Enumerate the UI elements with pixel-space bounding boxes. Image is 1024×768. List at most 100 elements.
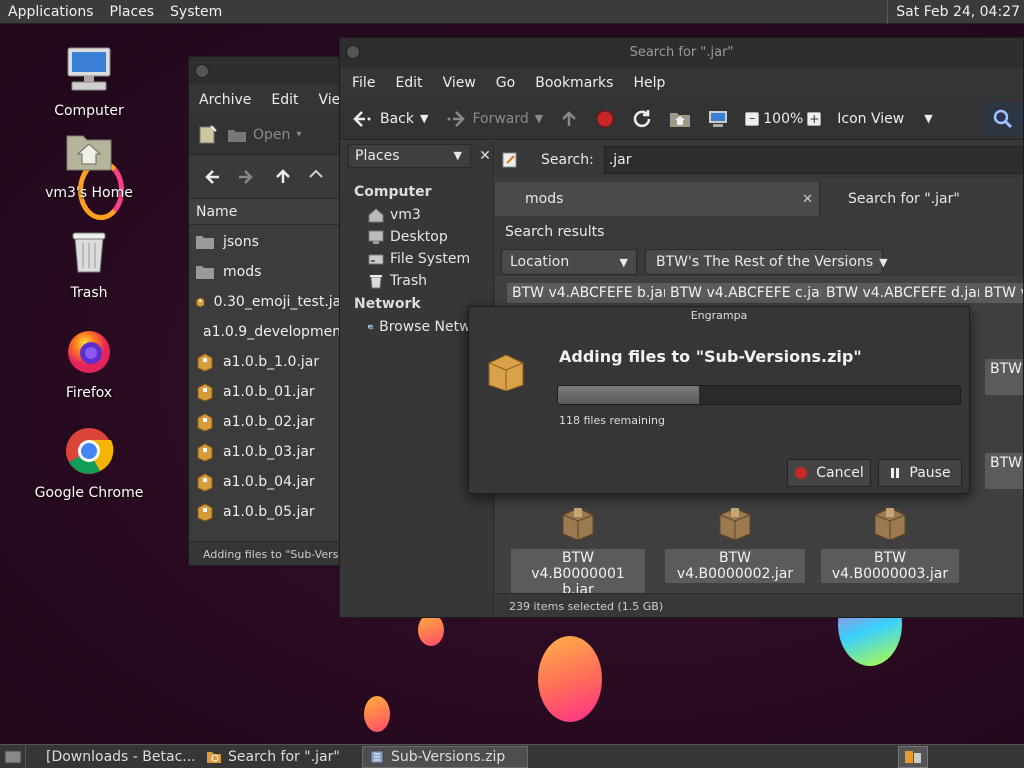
search-result-item[interactable]: BTW v (985, 359, 1023, 395)
search-toggle-button[interactable] (983, 101, 1023, 136)
search-result-item[interactable]: BTW v4.ABCFEFE b.jar (507, 283, 674, 303)
edit-icon[interactable] (501, 151, 519, 169)
top-panel: Applications Places System Sat Feb 24, 0… (0, 0, 1024, 24)
pause-button[interactable]: Pause (878, 459, 962, 487)
menu-file[interactable]: File (342, 75, 385, 91)
zoom-in-icon[interactable]: + (807, 111, 822, 126)
desktop-icon-firefox[interactable]: Firefox (34, 326, 144, 402)
places-item[interactable]: File System (340, 248, 493, 270)
window-button-icon[interactable] (195, 64, 209, 78)
places-item[interactable]: Desktop (340, 226, 493, 248)
archive-file-row[interactable]: 0.30_emoji_test.jar (189, 287, 347, 317)
cancel-button-label: Cancel (816, 465, 864, 481)
zoom-out-icon[interactable]: – (745, 111, 760, 126)
places-item-label: File System (390, 251, 471, 267)
up-button[interactable] (551, 102, 587, 136)
desktop-icon-chrome[interactable]: Google Chrome (34, 426, 144, 502)
desktop-icon-trash[interactable]: Trash (34, 226, 144, 302)
wallpaper-bubble (538, 636, 602, 722)
cancel-button[interactable]: Cancel (787, 459, 871, 487)
archive-titlebar[interactable] (189, 57, 347, 85)
tab-search-results[interactable]: Search for ".jar" (819, 182, 1023, 216)
places-select-label: Places (355, 148, 400, 164)
chevron-down-icon: ▼ (924, 112, 933, 125)
file-manager-titlebar[interactable]: Search for ".jar" (340, 38, 1023, 68)
system-menu[interactable]: System (162, 0, 230, 24)
search-result-file[interactable]: BTW v4.B0000001 b.jar (511, 505, 645, 593)
open-button[interactable]: Open ▾ (219, 118, 309, 152)
stop-button[interactable] (587, 102, 623, 136)
taskbar-item[interactable]: Search for ".jar" (200, 746, 356, 768)
archive-manager-window: Archive Edit View Open ▾ Name jsons mods 0… (188, 56, 348, 566)
menu-bookmarks[interactable]: Bookmarks (525, 75, 623, 91)
archive-file-name: 0.30_emoji_test.jar (213, 294, 347, 310)
taskbar-item[interactable]: [Downloads - Betac... (34, 746, 194, 768)
places-select[interactable]: Places ▼ (348, 144, 471, 168)
show-desktop-button[interactable] (0, 745, 26, 768)
search-result-item[interactable]: BTW v4.ABCFEFE c.jar (665, 283, 831, 303)
pause-icon (891, 468, 900, 478)
forward-button[interactable]: Forward ▼ (436, 102, 551, 136)
applications-menu[interactable]: Applications (0, 0, 102, 24)
menu-edit[interactable]: Edit (385, 75, 432, 91)
archive-file-row[interactable]: a1.0.9_development.jar (189, 317, 347, 347)
reload-button[interactable] (623, 102, 661, 136)
search-result-file[interactable]: BTW v4.B0000002.jar (665, 505, 805, 583)
archive-file-row[interactable]: a1.0.b_01.jar (189, 377, 347, 407)
back-arrow-icon[interactable] (201, 167, 221, 187)
chevron-down-icon[interactable]: ▼ (420, 112, 428, 125)
places-item[interactable]: Trash (340, 270, 493, 292)
search-result-file[interactable]: BTW v4.B0000003.jar (821, 505, 959, 583)
name-column-header[interactable]: Name (189, 199, 347, 225)
archive-file-row[interactable]: a1.0.b_03.jar (189, 437, 347, 467)
up-arrow-icon[interactable] (273, 167, 293, 187)
search-result-item[interactable]: BTW v4 (979, 283, 1023, 303)
computer-button[interactable] (699, 102, 737, 136)
places-item[interactable]: vm3 (340, 204, 493, 226)
forward-button-label: Forward (472, 110, 529, 127)
search-result-item[interactable]: BTW v4 (985, 453, 1023, 489)
archive-file-row[interactable]: mods (189, 257, 347, 287)
taskbar-item[interactable]: Sub-Versions.zip (362, 745, 528, 768)
archive-file-row[interactable]: a1.0.b_02.jar (189, 407, 347, 437)
archive-file-name: a1.0.b_1.0.jar (223, 354, 320, 370)
close-tab-icon[interactable]: ✕ (802, 192, 813, 207)
archive-file-row[interactable]: a1.0.b_04.jar (189, 467, 347, 497)
workspace-switcher[interactable] (898, 746, 928, 768)
search-results-label: Search results (495, 216, 1023, 248)
view-mode-select[interactable]: Icon View ▼ (829, 102, 940, 136)
tab-mods[interactable]: mods ✕ (495, 182, 819, 216)
archive-file-row[interactable]: a1.0.b_05.jar (189, 497, 347, 523)
home-icon[interactable] (309, 167, 323, 187)
search-result-item[interactable]: BTW v4.ABCFEFE d.jar (821, 283, 988, 303)
folder-select[interactable]: BTW's The Rest of the Versions ▼ (645, 249, 888, 275)
progress-dialog: Engrampa Adding files to "Sub-Versions.z… (468, 306, 970, 494)
back-button[interactable]: Back ▼ (344, 102, 436, 136)
home-button[interactable] (661, 102, 699, 136)
location-select[interactable]: Location ▼ (501, 249, 637, 275)
new-archive-icon[interactable] (197, 124, 219, 146)
close-sidebar-icon[interactable]: ✕ (477, 148, 493, 164)
chevron-down-icon[interactable]: ▼ (535, 112, 543, 125)
archive-file-name: a1.0.9_development.jar (203, 324, 347, 340)
archive-menu-archive[interactable]: Archive (189, 92, 261, 108)
desktop-icon-computer[interactable]: Computer (34, 44, 144, 120)
menu-help[interactable]: Help (623, 75, 675, 91)
clock[interactable]: Sat Feb 24, 04:27 (887, 0, 1024, 24)
menu-view[interactable]: View (433, 75, 486, 91)
desktop-icon-home[interactable]: vm3's Home (34, 126, 144, 202)
search-input[interactable] (603, 146, 1023, 174)
places-menu[interactable]: Places (102, 0, 163, 24)
archive-file-name: a1.0.b_05.jar (223, 504, 315, 520)
search-bar: Search: (495, 142, 1023, 178)
menu-go[interactable]: Go (486, 75, 525, 91)
window-button-icon[interactable] (346, 45, 360, 59)
drive-icon (368, 254, 384, 265)
files-remaining: 118 files remaining (559, 414, 666, 427)
archive-menu-edit[interactable]: Edit (261, 92, 308, 108)
archive-file-row[interactable]: a1.0.b_1.0.jar (189, 347, 347, 377)
file-manager-menubar: File Edit View Go Bookmarks Help (340, 68, 1023, 98)
archive-file-row[interactable]: jsons (189, 227, 347, 257)
forward-arrow-icon[interactable] (237, 167, 257, 187)
stop-icon (596, 110, 614, 127)
